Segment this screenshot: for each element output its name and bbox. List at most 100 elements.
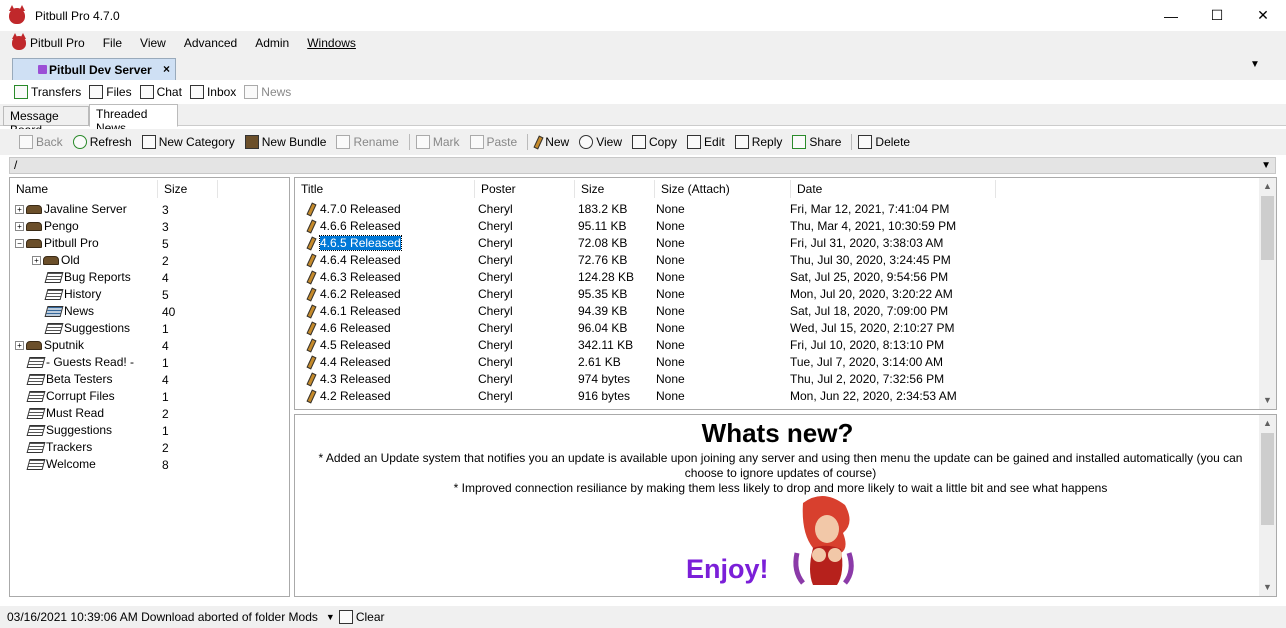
article-row[interactable]: 4.6 Released xyxy=(305,320,391,337)
tree-item-javaline-server[interactable]: + Javaline Server xyxy=(15,201,127,218)
menu-advanced[interactable]: Advanced xyxy=(175,31,246,55)
menu-view[interactable]: View xyxy=(131,31,175,55)
menu-file[interactable]: File xyxy=(94,31,131,55)
tab-message-board[interactable]: Message Board xyxy=(3,106,89,137)
copy-icon xyxy=(632,135,646,149)
article-scrollbar[interactable]: ▲ ▼ xyxy=(1259,178,1276,409)
news-button[interactable]: News xyxy=(244,82,291,102)
inbox-button[interactable]: Inbox xyxy=(189,82,236,102)
col-header-attach[interactable]: Size (Attach) xyxy=(655,180,791,198)
menu-windows[interactable]: Windows xyxy=(298,31,365,55)
app-icon xyxy=(9,4,25,24)
transfers-button[interactable]: Transfers xyxy=(14,82,81,102)
article-row[interactable]: 4.4 Released xyxy=(305,354,391,371)
server-tab-label: Pitbull Dev Server xyxy=(49,62,152,77)
article-row[interactable]: 4.2 Released xyxy=(305,388,391,405)
expand-icon[interactable]: + xyxy=(32,256,41,265)
close-button[interactable]: ✕ xyxy=(1240,0,1286,31)
article-row[interactable]: 4.7.0 Released xyxy=(305,201,401,218)
menu-pitbull-pro[interactable]: Pitbull Pro xyxy=(0,31,94,55)
tree-item-sputnik[interactable]: + Sputnik xyxy=(15,337,84,354)
refresh-button[interactable]: Refresh xyxy=(72,132,132,152)
tab-overflow-icon[interactable]: ▼ xyxy=(1250,59,1260,70)
expand-icon[interactable]: + xyxy=(15,341,24,350)
article-row[interactable]: 4.6.2 Released xyxy=(305,286,401,303)
status-dropdown-icon[interactable]: ▼ xyxy=(326,612,335,622)
close-tab-icon[interactable]: × xyxy=(163,62,170,76)
article-body-scrollbar[interactable]: ▲ ▼ xyxy=(1259,415,1276,596)
tab-threaded-news[interactable]: Threaded News xyxy=(89,104,178,135)
col-header-date[interactable]: Date xyxy=(791,180,996,198)
maximize-button[interactable]: ☐ xyxy=(1194,0,1240,31)
article-row[interactable]: 4.6.1 Released xyxy=(305,303,401,320)
chevron-down-icon[interactable]: ▼ xyxy=(1261,158,1271,173)
clear-button[interactable]: Clear xyxy=(338,607,385,627)
tree-item-must-read[interactable]: Must Read xyxy=(26,405,104,422)
rename-button[interactable]: Rename xyxy=(336,132,399,152)
delete-button[interactable]: Delete xyxy=(858,132,910,152)
view-button[interactable]: View xyxy=(579,132,622,152)
reply-button[interactable]: Reply xyxy=(734,132,782,152)
col-header-poster[interactable]: Poster xyxy=(475,180,575,198)
pencil-icon xyxy=(306,270,317,285)
article-row[interactable]: 4.6.5 Released xyxy=(305,235,402,252)
article-row[interactable]: 4.6.4 Released xyxy=(305,252,401,269)
tree-header-name[interactable]: Name xyxy=(10,180,158,198)
tree-item-guests-read[interactable]: - Guests Read! - xyxy=(26,354,134,371)
files-button[interactable]: Files xyxy=(89,82,132,102)
tree-item-pitbull-pro[interactable]: − Pitbull Pro xyxy=(15,235,99,252)
collapse-icon[interactable]: − xyxy=(15,239,24,248)
tree-item-history[interactable]: History xyxy=(44,286,101,303)
chat-button[interactable]: Chat xyxy=(139,82,182,102)
article-date: Thu, Mar 4, 2021, 10:30:59 PM xyxy=(790,219,957,233)
article-row[interactable]: 4.6.3 Released xyxy=(305,269,401,286)
menu-admin[interactable]: Admin xyxy=(246,31,298,55)
col-header-size[interactable]: Size xyxy=(575,180,655,198)
scroll-thumb[interactable] xyxy=(1261,196,1274,260)
new-button[interactable]: New xyxy=(533,132,569,152)
tree-item-pengo[interactable]: + Pengo xyxy=(15,218,79,235)
edit-button[interactable]: Edit xyxy=(687,132,725,152)
article-size: 95.11 KB xyxy=(578,219,627,233)
tree-item-size: 3 xyxy=(162,220,169,234)
article-row[interactable]: 4.6.6 Released xyxy=(305,218,401,235)
scroll-down-icon[interactable]: ▼ xyxy=(1259,579,1276,596)
mark-button[interactable]: Mark xyxy=(415,132,460,152)
scroll-down-icon[interactable]: ▼ xyxy=(1259,392,1276,409)
col-header-title[interactable]: Title xyxy=(295,180,475,198)
paste-button[interactable]: Paste xyxy=(469,132,517,152)
pencil-icon xyxy=(306,355,317,370)
article-row[interactable]: 4.5 Released xyxy=(305,337,391,354)
new-category-button[interactable]: New Category xyxy=(141,132,235,152)
expand-icon[interactable]: + xyxy=(15,222,24,231)
server-tab[interactable]: Pitbull Dev Server × xyxy=(12,58,176,80)
tree-item-label: Suggestions xyxy=(46,423,113,437)
scroll-thumb[interactable] xyxy=(1261,433,1274,525)
new-bundle-button[interactable]: New Bundle xyxy=(244,132,326,152)
minimize-button[interactable]: — xyxy=(1148,0,1194,31)
tree-item-beta-testers[interactable]: Beta Testers xyxy=(26,371,112,388)
article-row[interactable]: 4.3 Released xyxy=(305,371,391,388)
scroll-up-icon[interactable]: ▲ xyxy=(1259,178,1276,195)
scroll-up-icon[interactable]: ▲ xyxy=(1259,415,1276,432)
tree-header-size[interactable]: Size xyxy=(158,180,218,198)
tree-item-old[interactable]: + Old xyxy=(32,252,80,269)
tree-item-size: 1 xyxy=(162,390,169,404)
tree-item-label: News xyxy=(64,304,95,318)
tree-item-suggestions[interactable]: Suggestions xyxy=(44,320,130,337)
tree-item-corrupt-files[interactable]: Corrupt Files xyxy=(26,388,115,405)
article-size: 94.39 KB xyxy=(578,304,628,318)
tree-item-welcome[interactable]: Welcome xyxy=(26,456,96,473)
tree-item-bug-reports[interactable]: Bug Reports xyxy=(44,269,131,286)
article-size: 916 bytes xyxy=(578,389,631,403)
tree-item-trackers[interactable]: Trackers xyxy=(26,439,92,456)
tree-item-suggestions-root[interactable]: Suggestions xyxy=(26,422,113,439)
share-button[interactable]: Share xyxy=(792,132,841,152)
back-button[interactable]: Back xyxy=(19,132,63,152)
pencil-icon xyxy=(306,372,317,387)
tree-item-news[interactable]: News xyxy=(44,303,95,320)
expand-icon[interactable]: + xyxy=(15,205,24,214)
tree-item-size: 3 xyxy=(162,203,169,217)
path-bar[interactable]: / ▼ xyxy=(9,157,1276,174)
copy-button[interactable]: Copy xyxy=(632,132,677,152)
